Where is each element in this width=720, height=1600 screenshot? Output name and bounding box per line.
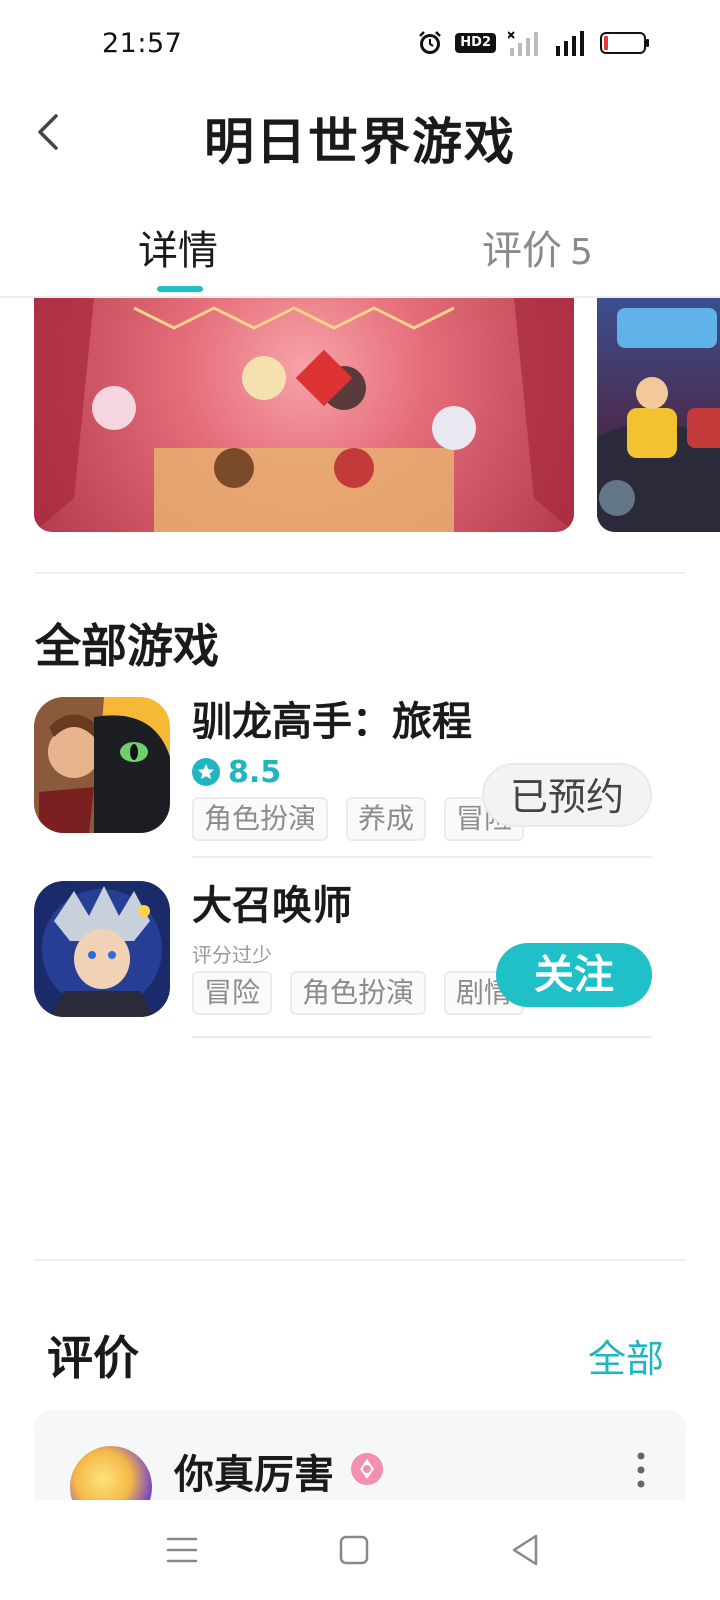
tab-reviews-label: 评价 [482, 228, 562, 274]
signal-weak-icon [508, 31, 538, 56]
section-divider [34, 1259, 686, 1261]
tab-details-label: 详情 [138, 228, 218, 274]
status-bar: 21:57 HD2 [0, 0, 720, 90]
banner-side[interactable] [597, 298, 720, 532]
summoner-game-art [34, 881, 170, 1017]
game-name[interactable]: 大召唤师 [192, 881, 652, 931]
more-options-icon[interactable] [634, 1450, 648, 1490]
nav-back-icon[interactable] [506, 1530, 546, 1570]
game-name[interactable]: 驯龙高手：旅程 [192, 697, 652, 747]
banner-carousel[interactable] [0, 298, 720, 536]
tag[interactable]: 养成 [346, 797, 427, 841]
battery-icon [600, 32, 649, 54]
dragon-game-art [34, 697, 170, 833]
all-games-title: 全部游戏 [35, 619, 219, 673]
reviews-title: 评价 [47, 1331, 139, 1385]
follow-button[interactable]: 关注 [496, 943, 652, 1007]
page-title: 明日世界游戏 [204, 113, 516, 171]
game-row[interactable]: 驯龙高手：旅程 8.5 角色扮演 养成 冒险 已预约 [0, 697, 720, 877]
review-card[interactable]: 你真厉害 [34, 1410, 686, 1510]
status-icons: HD2 [417, 30, 650, 56]
user-badge-icon [351, 1453, 383, 1485]
tab-reviews-count: 5 [570, 232, 593, 273]
game-icon-dragon[interactable] [34, 697, 170, 833]
game-icon-summoner[interactable] [34, 881, 170, 1017]
system-nav-bar [0, 1500, 720, 1600]
tag-list: 冒险 角色扮演 剧情 [192, 971, 537, 1015]
banner-main-art [34, 298, 574, 532]
game-row[interactable]: 大召唤师 评分过少 冒险 角色扮演 剧情 关注 [0, 881, 720, 1061]
home-icon[interactable] [334, 1530, 374, 1570]
menu-icon[interactable] [162, 1530, 202, 1570]
signal-4g-icon [556, 31, 584, 56]
tab-bar: 详情 评价 5 [0, 200, 720, 298]
reserved-button[interactable]: 已预约 [482, 763, 652, 827]
review-username[interactable]: 你真厉害 [174, 1442, 334, 1500]
header: 明日世界游戏 [0, 90, 720, 190]
alarm-icon [419, 31, 442, 54]
reviews-all-link[interactable]: 全部 [588, 1328, 664, 1383]
tab-reviews[interactable]: 评价 5 [482, 218, 593, 276]
tab-details[interactable]: 详情 [138, 218, 218, 276]
tag[interactable]: 角色扮演 [192, 797, 329, 841]
row-divider [192, 856, 652, 858]
tag[interactable]: 角色扮演 [290, 971, 427, 1015]
row-divider [192, 1036, 652, 1038]
banner-side-art [597, 308, 720, 532]
status-time: 21:57 [102, 28, 183, 59]
rating-value: 8.5 [228, 754, 282, 790]
section-divider [34, 572, 686, 574]
tab-active-indicator [157, 286, 203, 292]
star-icon [192, 758, 220, 786]
tag[interactable]: 冒险 [192, 971, 273, 1015]
banner-main[interactable] [34, 298, 574, 532]
hd-badge: HD2 [455, 33, 496, 53]
